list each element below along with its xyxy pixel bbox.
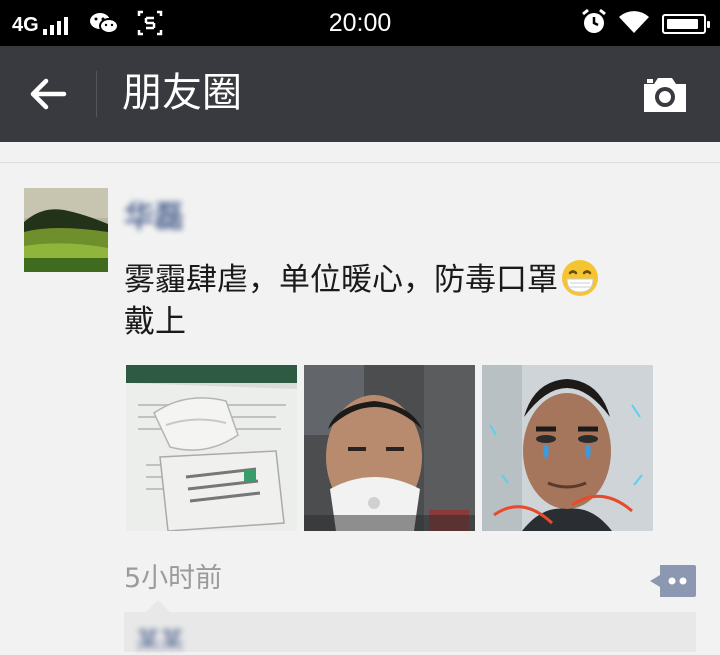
mask-emoji [560, 258, 600, 298]
wifi-icon [618, 9, 650, 39]
masks-on-paper-photo[interactable] [126, 365, 297, 531]
app-header: 朋友圈 [0, 46, 720, 142]
man-crying-filter-photo[interactable] [482, 365, 653, 531]
header-divider [96, 71, 97, 117]
post-text-line1: 雾霾肆虐，单位暖心，防毒口罩 [124, 262, 558, 298]
likes-pointer [146, 600, 170, 612]
alarm-icon [580, 8, 608, 40]
arrow-left-icon[interactable] [26, 76, 70, 112]
post-time: 5小时前 [124, 563, 223, 594]
post-photos [126, 365, 653, 531]
post-username[interactable]: 华磊 [124, 192, 184, 236]
section-divider [0, 162, 720, 163]
likes-box: 某某 [124, 612, 696, 655]
avatar[interactable] [24, 188, 108, 272]
comment-dots-icon[interactable] [648, 565, 696, 597]
page-title: 朋友圈 [122, 70, 242, 116]
likes-names[interactable]: 某某 [136, 620, 184, 655]
post-text-line2: 戴上 [124, 304, 186, 340]
post-text: 雾霾肆虐，单位暖心，防毒口罩 戴上 [124, 258, 694, 343]
battery-icon [662, 14, 710, 34]
status-bar: 4G 20:00 [0, 0, 720, 46]
battery-fill [667, 19, 698, 29]
status-right [580, 8, 710, 40]
camera-icon[interactable] [642, 74, 688, 114]
man-wearing-mask-photo[interactable] [304, 365, 475, 531]
